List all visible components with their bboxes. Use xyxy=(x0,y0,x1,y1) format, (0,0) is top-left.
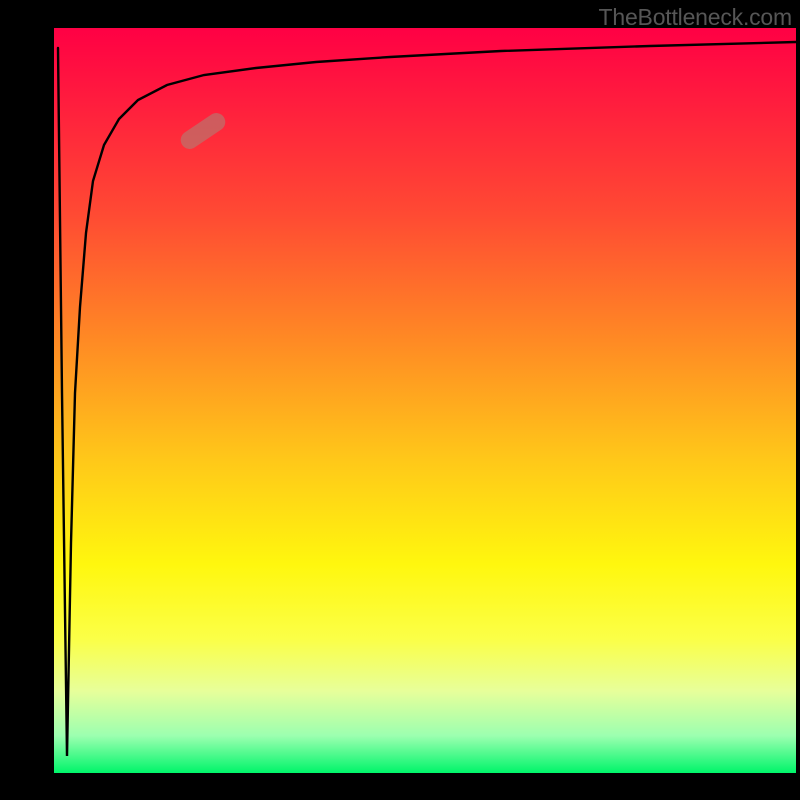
plot-area xyxy=(54,28,796,773)
chart-frame: TheBottleneck.com xyxy=(0,0,800,800)
curve-marker xyxy=(177,110,229,153)
bottleneck-curve xyxy=(58,42,796,756)
curve-layer xyxy=(54,28,796,773)
attribution-text: TheBottleneck.com xyxy=(599,4,792,31)
